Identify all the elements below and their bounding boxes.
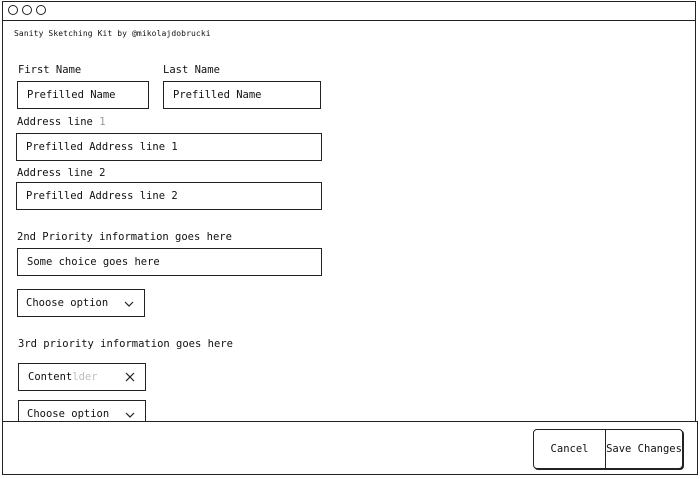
second-priority-select[interactable]: Choose option xyxy=(17,289,145,317)
chevron-down-icon xyxy=(124,299,134,311)
action-button-group: Cancel Save Changes xyxy=(533,429,683,469)
last-name-label: Last Name xyxy=(163,64,220,76)
address-line-2-input[interactable]: Prefilled Address line 2 xyxy=(16,182,322,210)
address-line-1-input[interactable]: Prefilled Address line 1 xyxy=(16,133,322,161)
third-priority-tag-value: Content xyxy=(28,371,73,383)
third-priority-tag-input[interactable]: Content lder xyxy=(18,363,146,391)
address-line-1-label: Address line 1 xyxy=(17,116,106,128)
second-priority-label: 2nd Priority information goes here xyxy=(17,231,232,243)
address-line-2-label: Address line 2 xyxy=(17,167,106,179)
save-changes-button[interactable]: Save Changes xyxy=(606,430,682,468)
footer-bar: Cancel Save Changes xyxy=(2,421,698,475)
close-icon[interactable] xyxy=(125,372,135,385)
first-name-input[interactable]: Prefilled Name xyxy=(17,81,149,109)
credit-text: Sanity Sketching Kit by @mikolajdobrucki xyxy=(14,29,211,38)
window-dot-icon[interactable] xyxy=(36,5,46,15)
window-titlebar xyxy=(3,2,695,21)
first-name-label: First Name xyxy=(18,64,82,76)
window-dot-icon[interactable] xyxy=(8,5,18,15)
address-line-1-label-text: Address line xyxy=(17,116,93,128)
third-priority-label: 3rd priority information goes here xyxy=(18,338,233,350)
address-line-1-label-suffix: 1 xyxy=(99,116,106,128)
last-name-input[interactable]: Prefilled Name xyxy=(163,81,321,109)
cancel-button[interactable]: Cancel xyxy=(534,430,607,468)
third-priority-select-label: Choose option xyxy=(27,408,110,420)
second-priority-select-label: Choose option xyxy=(26,297,109,309)
third-priority-tag-placeholder: lder xyxy=(72,371,98,383)
second-priority-input[interactable]: Some choice goes here xyxy=(17,248,322,276)
window-dot-icon[interactable] xyxy=(22,5,32,15)
